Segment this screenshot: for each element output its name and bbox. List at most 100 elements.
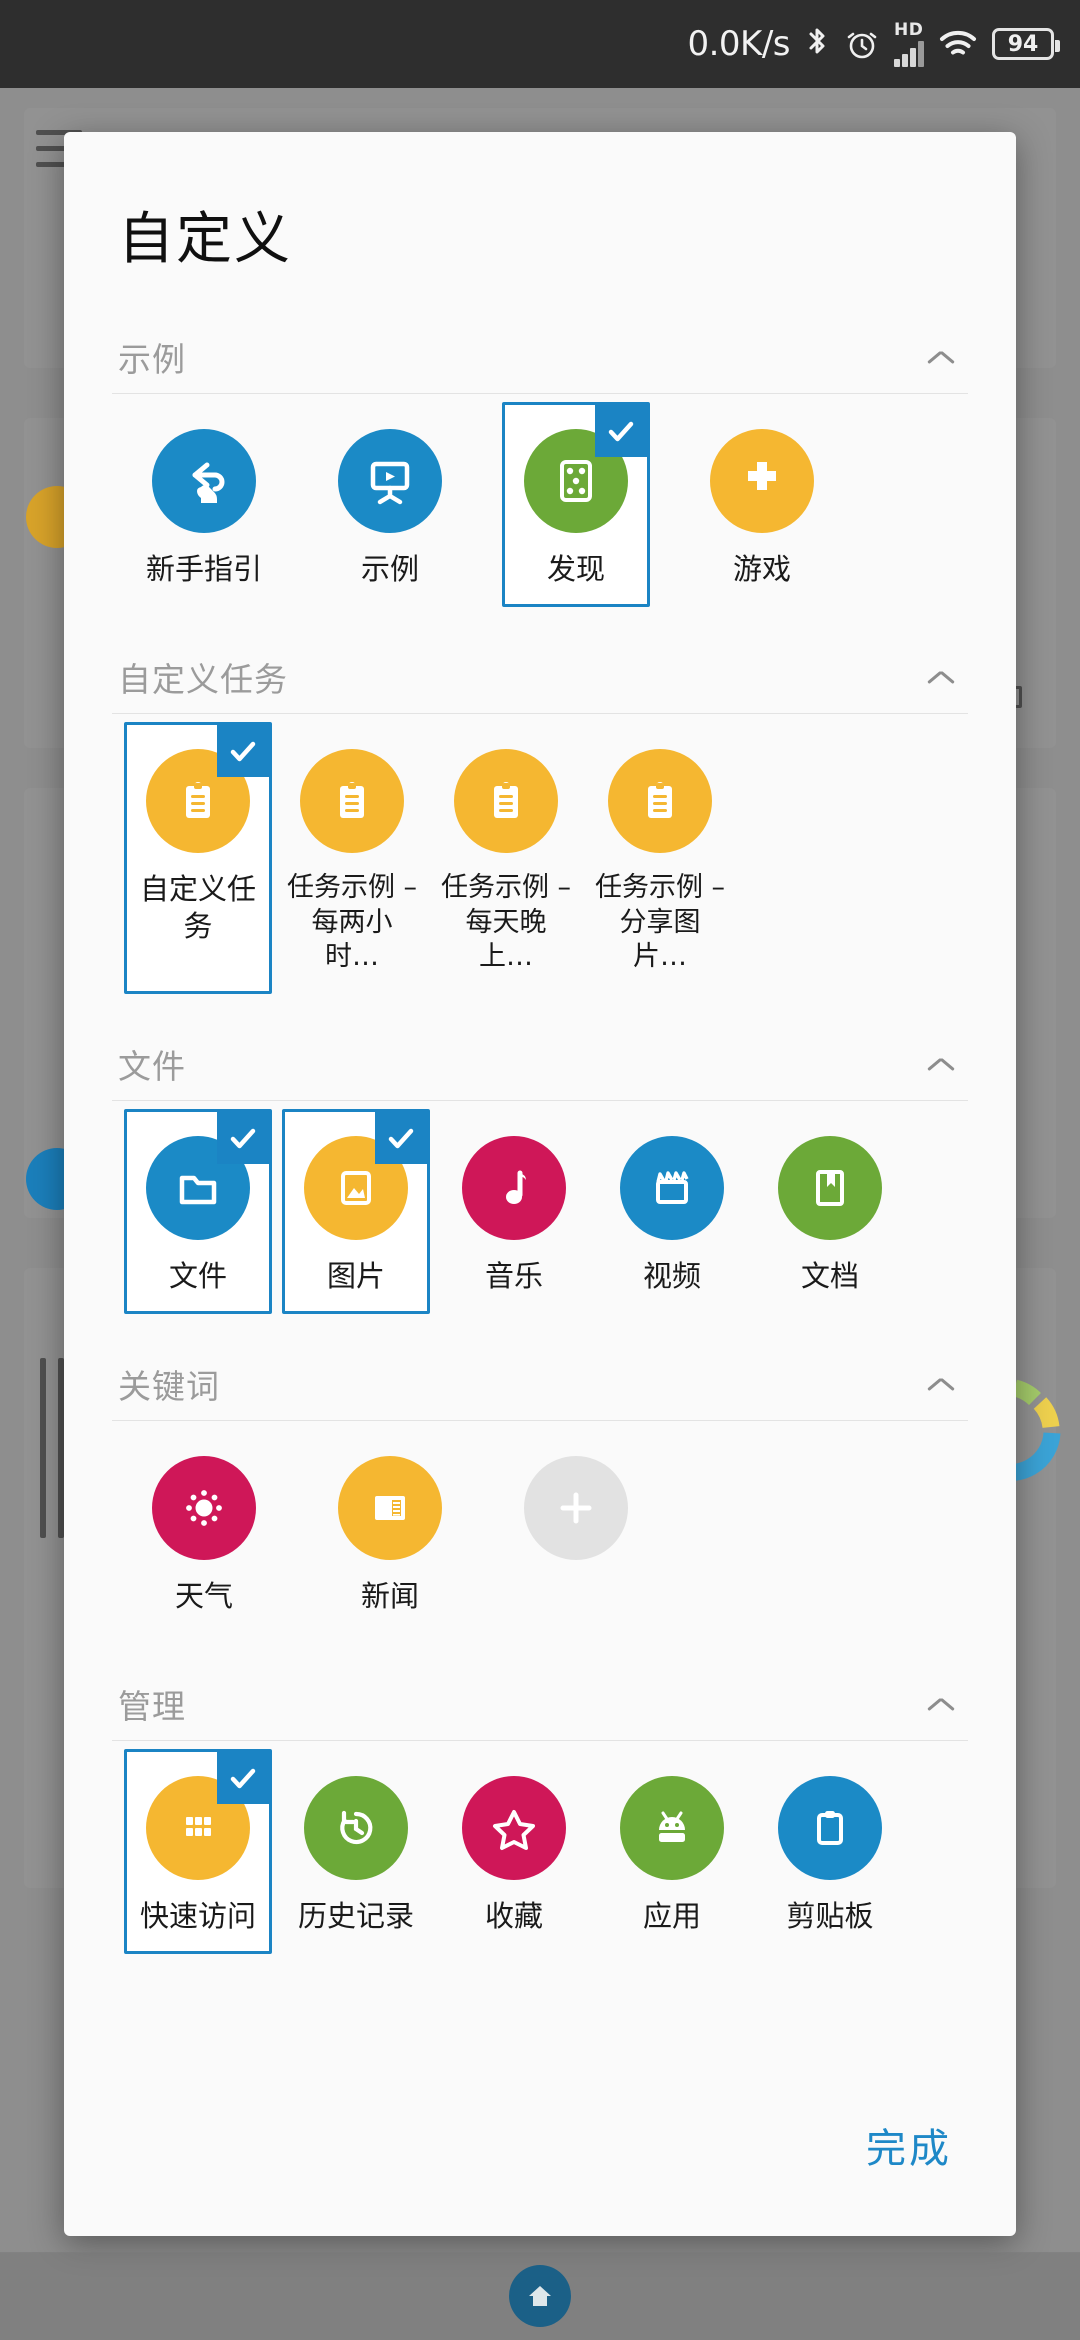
item-discover[interactable]: 发现 xyxy=(502,402,650,608)
checkmark-badge xyxy=(217,1751,269,1804)
item-label: 自定义任务 xyxy=(139,872,256,944)
guide-hand-icon xyxy=(152,429,256,533)
section-title: 示例 xyxy=(118,340,186,379)
checkmark-badge xyxy=(217,725,269,778)
checkmark-badge xyxy=(217,1111,269,1164)
clipboard-icon xyxy=(778,1775,882,1880)
item-document[interactable]: 文档 xyxy=(756,1109,904,1314)
item-label: 新闻 xyxy=(360,1578,419,1613)
item-label: 示例 xyxy=(360,552,419,586)
battery-icon: 94 xyxy=(992,28,1060,60)
clapperboard-icon xyxy=(620,1135,724,1240)
section-items-grid: 天气 新闻 xyxy=(112,1421,968,1634)
android-icon xyxy=(620,1775,724,1880)
star-icon xyxy=(462,1775,566,1880)
item-label: 任务示例 – 每两小时… xyxy=(286,872,418,973)
item-history[interactable]: 历史记录 xyxy=(282,1749,430,1954)
section-header[interactable]: 自定义任务 xyxy=(112,653,968,713)
item-label: 任务示例 – 每天晚上… xyxy=(440,872,572,973)
section-items-grid: 文件 图片 音乐 视频 文档 xyxy=(112,1101,968,1314)
wifi-icon xyxy=(938,28,978,60)
item-task-example-2[interactable]: 任务示例 – 每天晚上… xyxy=(432,722,580,994)
chevron-up-icon[interactable] xyxy=(926,1054,956,1074)
section-header[interactable]: 关键词 xyxy=(112,1360,968,1420)
checkmark-badge xyxy=(595,405,647,457)
item-label: 视频 xyxy=(642,1258,701,1293)
music-note-icon xyxy=(462,1135,566,1240)
dialog-footer: 完成 xyxy=(64,2088,1016,2236)
signal-icon: HD xyxy=(894,19,924,67)
item-label: 任务示例 – 分享图片… xyxy=(594,872,726,973)
item-task-example-3[interactable]: 任务示例 – 分享图片… xyxy=(586,722,734,994)
clipboard-task-icon xyxy=(608,749,712,854)
alarm-icon xyxy=(844,26,880,62)
item-label: 历史记录 xyxy=(297,1898,414,1933)
clipboard-task-icon xyxy=(300,749,404,854)
item-example[interactable]: 示例 xyxy=(316,402,464,607)
item-label: 发现 xyxy=(546,552,605,586)
item-game[interactable]: 游戏 xyxy=(688,402,836,607)
gamepad-icon xyxy=(710,429,814,533)
clipboard-task-icon xyxy=(454,749,558,854)
item-quick-access[interactable]: 快速访问 xyxy=(124,1748,272,1955)
book-icon xyxy=(778,1135,882,1240)
item-label: 游戏 xyxy=(732,552,791,586)
hd-label: HD xyxy=(894,19,924,40)
item-guide[interactable]: 新手指引 xyxy=(130,402,278,607)
item-label: 剪贴板 xyxy=(786,1898,874,1933)
item-label: 文档 xyxy=(800,1258,859,1293)
item-favorites[interactable]: 收藏 xyxy=(440,1749,588,1954)
section-title: 关键词 xyxy=(118,1366,220,1406)
navigation-bar xyxy=(0,2252,1080,2340)
item-news[interactable]: 新闻 xyxy=(316,1429,464,1634)
section-title: 文件 xyxy=(118,1046,186,1086)
chevron-up-icon[interactable] xyxy=(926,1694,956,1714)
item-label: 应用 xyxy=(642,1898,701,1933)
item-label: 收藏 xyxy=(484,1898,543,1933)
done-button[interactable]: 完成 xyxy=(866,2116,952,2174)
bluetooth-icon xyxy=(804,26,830,62)
section-header[interactable]: 管理 xyxy=(112,1680,968,1740)
section-items-grid: 快速访问 历史记录 收藏 应用 剪贴板 xyxy=(112,1741,968,1955)
signal-bars xyxy=(894,40,924,67)
item-clipboard[interactable]: 剪贴板 xyxy=(756,1749,904,1954)
section-header[interactable]: 文件 xyxy=(112,1040,968,1100)
section-custom-tasks: 自定义任务 自定义任务 任务示例 – 每两小时… 任务示例 – 每天晚上… 任务… xyxy=(112,653,968,994)
item-label: 文件 xyxy=(168,1258,227,1293)
dialog-body: 示例 新手指引 示例 发现 游戏 自定义任务 自定义任务 任务示例 – 每两小时… xyxy=(64,275,1016,2088)
item-images[interactable]: 图片 xyxy=(282,1108,430,1314)
item-label: 图片 xyxy=(326,1258,385,1293)
newspaper-icon xyxy=(338,1455,442,1560)
section-header[interactable]: 示例 xyxy=(112,333,968,393)
item-task-example-1[interactable]: 任务示例 – 每两小时… xyxy=(278,722,426,994)
phone-screen: 0.0K/s HD 94 自定义 示例 新手指引 示例 发现 游戏 自定义任务 … xyxy=(0,0,1080,2340)
network-speed-text: 0.0K/s xyxy=(687,24,790,64)
section-files: 文件 文件 图片 音乐 视频 文档 xyxy=(112,1040,968,1314)
section-items-grid: 自定义任务 任务示例 – 每两小时… 任务示例 – 每天晚上… 任务示例 – 分… xyxy=(112,714,968,994)
item-apps[interactable]: 应用 xyxy=(598,1749,746,1954)
customize-dialog: 自定义 示例 新手指引 示例 发现 游戏 自定义任务 自定义任务 任务示例 – … xyxy=(64,132,1016,2236)
section-examples: 示例 新手指引 示例 发现 游戏 xyxy=(112,333,968,608)
presentation-icon xyxy=(338,429,442,533)
section-items-grid: 新手指引 示例 发现 游戏 xyxy=(112,394,968,608)
section-keywords: 关键词 天气 新闻 xyxy=(112,1360,968,1634)
item-weather[interactable]: 天气 xyxy=(130,1429,278,1634)
chevron-up-icon[interactable] xyxy=(926,347,956,367)
item-video[interactable]: 视频 xyxy=(598,1109,746,1314)
chevron-up-icon[interactable] xyxy=(926,1374,956,1394)
battery-level-text: 94 xyxy=(1007,31,1039,57)
history-icon xyxy=(304,1775,408,1880)
item-add-keyword[interactable] xyxy=(502,1429,650,1634)
section-title: 管理 xyxy=(118,1686,186,1726)
item-music[interactable]: 音乐 xyxy=(440,1109,588,1314)
item-files[interactable]: 文件 xyxy=(124,1108,272,1314)
item-label: 快速访问 xyxy=(139,1898,256,1933)
plus-icon xyxy=(524,1455,628,1560)
item-custom-task[interactable]: 自定义任务 xyxy=(124,722,272,994)
sun-icon xyxy=(152,1455,256,1560)
item-label: 新手指引 xyxy=(145,552,262,586)
section-management: 管理 快速访问 历史记录 收藏 应用 剪贴板 xyxy=(112,1680,968,1955)
home-icon[interactable] xyxy=(509,2265,571,2327)
chevron-up-icon[interactable] xyxy=(926,667,956,687)
status-bar: 0.0K/s HD 94 xyxy=(0,0,1080,88)
